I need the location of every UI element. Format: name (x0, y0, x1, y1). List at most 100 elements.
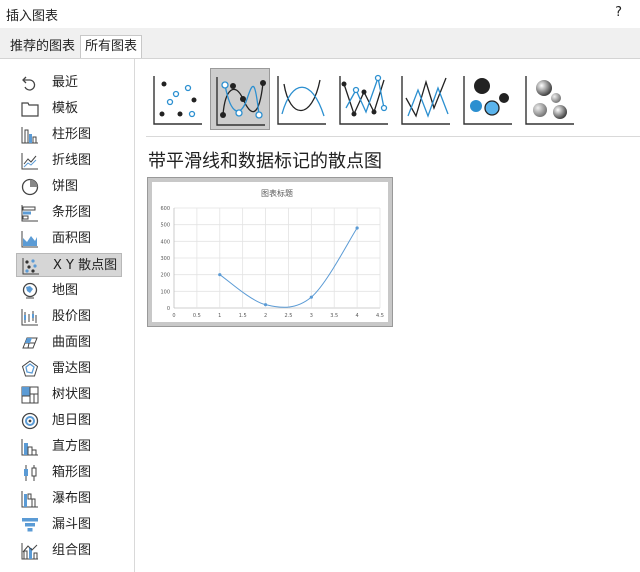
sidebar-item-label: 树状图 (52, 387, 92, 402)
sidebar-item-map[interactable]: 地图 (16, 279, 122, 303)
data-point (355, 226, 359, 230)
scatter-chart-icon (22, 258, 39, 275)
bubble-3d-icon (525, 76, 574, 125)
scatter-icon (153, 76, 202, 125)
sidebar-item-templates[interactable]: 模板 (16, 97, 122, 121)
separator (146, 136, 640, 137)
sidebar-item-histogram[interactable]: 直方图 (16, 435, 122, 459)
tab-recommended-charts[interactable]: 推荐的图表 (6, 37, 79, 57)
funnel-chart-icon (22, 518, 38, 532)
sidebar-item-label: X Y 散点图 (53, 258, 118, 273)
scatter-straight-lines-icon (401, 76, 450, 125)
x-tick-label: 3 (310, 313, 313, 319)
sidebar-item-label: 饼图 (52, 179, 79, 194)
sidebar-item-label: 箱形图 (52, 465, 92, 480)
y-tick-label: 100 (160, 289, 170, 295)
sidebar-item-label: 地图 (52, 283, 79, 298)
sidebar-item-bar[interactable]: 条形图 (16, 201, 122, 225)
y-tick-label: 400 (160, 239, 170, 245)
sidebar-item-line[interactable]: 折线图 (16, 149, 122, 173)
subtype-scatter[interactable] (148, 68, 208, 130)
histogram-chart-icon (21, 439, 38, 456)
area-chart-icon (21, 231, 38, 248)
sidebar-item-label: 模板 (52, 101, 79, 116)
sidebar-item-label: 曲面图 (52, 335, 92, 350)
treemap-chart-icon (21, 386, 39, 404)
sidebar-item-label: 最近 (52, 75, 79, 90)
pie-chart-icon (21, 178, 39, 196)
x-tick-label: 0 (172, 313, 175, 319)
chart-preview[interactable]: 图表标题 0 100 200 300 400 500 600 0 0.5 1 1.5 2 2.5 3 3.5 4… (147, 177, 393, 327)
sidebar-item-recent[interactable]: 最近 (16, 71, 122, 95)
subtype-bubble-3d[interactable] (520, 68, 580, 130)
radar-chart-icon (21, 360, 39, 377)
sunburst-chart-icon (21, 412, 39, 430)
sidebar-item-waterfall[interactable]: 瀑布图 (16, 487, 122, 511)
y-tick-label: 200 (160, 273, 170, 279)
subtype-scatter-smooth-lines[interactable] (272, 68, 332, 130)
scatter-smooth-lines-icon (277, 76, 326, 125)
sidebar-item-label: 直方图 (52, 439, 92, 454)
x-tick-label: 2.5 (284, 313, 292, 319)
sidebar-item-label: 旭日图 (52, 413, 92, 428)
sidebar-item-column[interactable]: 柱形图 (16, 123, 122, 147)
data-point (218, 273, 222, 277)
sidebar-item-label: 折线图 (52, 153, 92, 168)
recent-icon (22, 76, 36, 91)
sidebar-item-pie[interactable]: 饼图 (16, 175, 122, 199)
y-tick-label: 0 (167, 306, 170, 312)
x-tick-label: 1 (218, 313, 221, 319)
surface-chart-icon (22, 337, 38, 349)
sidebar-item-stock[interactable]: 股价图 (16, 305, 122, 329)
line-chart-icon (21, 153, 38, 170)
sidebar-item-funnel[interactable]: 漏斗图 (16, 513, 122, 537)
y-tick-label: 300 (160, 256, 170, 262)
data-point (309, 295, 313, 299)
x-tick-label: 3.5 (330, 313, 338, 319)
bubble-icon (463, 76, 512, 125)
scatter-straight-markers-icon (339, 74, 388, 125)
y-tick-label: 600 (160, 206, 170, 212)
tab-all-charts[interactable]: 所有图表 (80, 35, 143, 58)
scatter-chart: 图表标题 0 100 200 300 400 500 600 0 0.5 1 1.5 2 2.5 3 3.5 4… (160, 188, 384, 319)
column-chart-icon (21, 127, 38, 144)
sidebar-item-scatter[interactable]: X Y 散点图 (16, 253, 122, 277)
sidebar-item-label: 条形图 (52, 205, 92, 220)
sidebar-item-label: 瀑布图 (52, 491, 92, 506)
subtype-scatter-straight-markers[interactable] (334, 68, 394, 130)
waterfall-chart-icon (21, 491, 38, 508)
y-tick-label: 500 (160, 223, 170, 229)
title-bar: 插入图表 ? (0, 0, 640, 28)
subtype-scatter-smooth-markers[interactable] (210, 68, 270, 130)
sidebar-item-label: 漏斗图 (52, 517, 92, 532)
x-tick-label: 1.5 (239, 313, 247, 319)
scatter-smooth-markers-icon (216, 77, 266, 126)
subtype-scatter-straight-lines[interactable] (396, 68, 456, 130)
x-tick-label: 4.5 (376, 313, 384, 319)
subtype-bubble[interactable] (458, 68, 518, 130)
sidebar-item-area[interactable]: 面积图 (16, 227, 122, 251)
window-title: 插入图表 (6, 9, 59, 24)
x-tick-label: 4 (356, 313, 359, 319)
sidebar-item-sunburst[interactable]: 旭日图 (16, 409, 122, 433)
combo-chart-icon (21, 543, 38, 560)
sidebar-item-combo[interactable]: 组合图 (16, 539, 122, 563)
sidebar-item-label: 雷达图 (52, 361, 92, 376)
sidebar-item-box-whisker[interactable]: 箱形图 (16, 461, 122, 485)
sidebar-item-label: 组合图 (52, 543, 92, 558)
sidebar-item-label: 面积图 (52, 231, 92, 246)
x-tick-label: 0.5 (193, 313, 201, 319)
folder-icon (21, 102, 39, 117)
sidebar-item-treemap[interactable]: 树状图 (16, 383, 122, 407)
sidebar-item-surface[interactable]: 曲面图 (16, 331, 122, 355)
map-chart-icon (22, 282, 38, 299)
chart-title: 图表标题 (261, 188, 293, 198)
sidebar-item-radar[interactable]: 雷达图 (16, 357, 122, 381)
tab-bar: 推荐的图表 所有图表 (0, 28, 640, 59)
data-point (263, 303, 268, 307)
chart-preview-canvas: 图表标题 0 100 200 300 400 500 600 0 0.5 1 1.5 2 2.5 3 3.5 4… (152, 182, 388, 322)
x-tick-label: 2 (264, 313, 267, 319)
bar-chart-icon (21, 205, 38, 222)
help-button[interactable]: ? (615, 5, 622, 20)
stock-chart-icon (21, 309, 38, 326)
